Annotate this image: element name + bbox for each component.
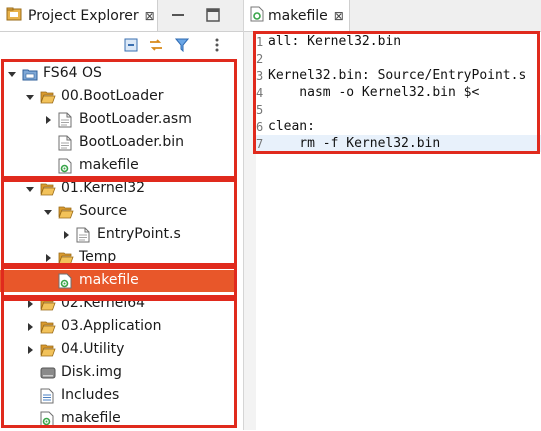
tree-item-label: makefile [61,410,121,426]
collapse-all-icon[interactable] [123,37,139,53]
tree-item[interactable]: 03.Application [0,316,236,338]
link-with-editor-icon[interactable] [148,37,164,53]
expand-arrow-right-icon[interactable] [24,321,36,333]
tree-item[interactable]: Includes [0,385,236,407]
expand-arrow-right-icon[interactable] [60,229,72,241]
tab-makefile[interactable]: makefile ⊠ [244,0,350,31]
tree-item-label: BootLoader.bin [79,134,184,150]
expand-arrow-right-icon[interactable] [24,298,36,310]
project-explorer-tabbar: Project Explorer ⊠ [0,0,243,32]
tree-item[interactable]: 02.Kernel64 [0,293,236,315]
expand-arrow-right-icon[interactable] [42,114,54,126]
project-explorer-panel: Project Explorer ⊠ FS64 OS 00.BootLoader B… [0,0,243,430]
line-number: 7 [256,136,264,151]
expand-arrow-right-icon[interactable] [42,252,54,264]
tab-project-explorer-label: Project Explorer [28,7,139,24]
tree-item[interactable]: 04.Utility [0,339,236,361]
makefile-icon [58,273,74,289]
folder-open-icon [58,204,74,220]
line-number: 1 [256,34,264,49]
tree-item-label: BootLoader.asm [79,111,192,127]
folder-open-icon [40,342,56,358]
tree-item[interactable]: BootLoader.bin [0,132,236,154]
folder-open-icon [40,89,56,105]
code-line[interactable]: 2 [256,50,541,67]
tree-item-label: 03.Application [61,318,162,334]
folder-open-icon [40,296,56,312]
editor-panel: makefile ⊠ 1 all: Kernel32.bin 2 3 Kernel32.… [244,0,541,430]
code-line[interactable]: 1 all: Kernel32.bin [256,33,541,50]
file-icon [76,227,92,243]
line-number: 6 [256,119,264,134]
tree-item-label: FS64 OS [43,65,102,81]
code-line[interactable]: 3 Kernel32.bin: Source/EntryPoint.s [256,67,541,84]
tree-item-label: 01.Kernel32 [61,180,146,196]
tree-item[interactable]: makefile [0,155,236,177]
code-line[interactable]: 5 [256,101,541,118]
tree-item-label: Disk.img [61,364,122,380]
expand-arrow-down-icon[interactable] [24,91,36,103]
tree-item[interactable]: Source [0,201,236,223]
close-icon[interactable]: ⊠ [334,9,344,23]
file-icon [58,135,74,151]
code-text: all: Kernel32.bin [268,34,402,49]
file-icon [58,112,74,128]
tree-item[interactable]: makefile [0,408,236,430]
line-number: 2 [256,51,264,66]
tree-item-label: EntryPoint.s [97,226,181,242]
tree-item[interactable]: FS64 OS [0,63,236,85]
tree-item-label: 02.Kernel64 [61,295,146,311]
tree-item-label: 04.Utility [61,341,125,357]
tree-item[interactable]: 00.BootLoader [0,86,236,108]
tab-project-explorer[interactable]: Project Explorer ⊠ [0,0,158,31]
tree-item[interactable]: BootLoader.asm [0,109,236,131]
project-icon [22,66,38,82]
code-editor[interactable]: 1 all: Kernel32.bin 2 3 Kernel32.bin: Source… [256,32,541,430]
disk-image-icon [40,365,56,381]
view-menu-icon[interactable] [212,37,222,53]
tree-item-label: makefile [79,272,139,288]
line-number: 4 [256,85,264,100]
makefile-icon [250,6,264,26]
code-text: nasm -o Kernel32.bin $< [268,85,480,100]
code-text: Kernel32.bin: Source/EntryPoint.s [268,68,527,83]
editor-gutter [244,32,256,430]
expand-arrow-right-icon[interactable] [24,344,36,356]
project-explorer-icon [6,6,22,26]
code-text: rm -f Kernel32.bin [268,136,441,151]
tree-item[interactable]: 01.Kernel32 [0,178,236,200]
code-line[interactable]: 7 rm -f Kernel32.bin [256,135,541,152]
line-number: 3 [256,68,264,83]
folder-open-icon [58,250,74,266]
editor-tabbar: makefile ⊠ [244,0,541,32]
maximize-icon[interactable] [205,7,221,23]
code-line[interactable]: 6 clean: [256,118,541,135]
tree-item-label: 00.BootLoader [61,88,164,104]
tree-item[interactable]: Temp [0,247,236,269]
expand-arrow-down-icon[interactable] [24,183,36,195]
expand-arrow-down-icon[interactable] [42,206,54,218]
folder-open-icon [40,319,56,335]
expand-arrow-down-icon[interactable] [6,68,18,80]
tree-item-label: Source [79,203,128,219]
editor-tab-label: makefile [268,7,328,24]
makefile-icon [58,158,74,174]
project-explorer-toolbar [0,32,243,58]
close-icon[interactable]: ⊠ [145,9,155,23]
tree-item-label: makefile [79,157,139,173]
tree-item-label: Includes [61,387,120,403]
tree-item-label: Temp [79,249,117,265]
filter-icon[interactable] [174,37,190,53]
line-number: 5 [256,102,264,117]
includes-icon [40,388,56,404]
tree-item[interactable]: EntryPoint.s [0,224,236,246]
tree-item[interactable]: makefile [0,270,236,292]
folder-open-icon [40,181,56,197]
code-text: clean: [268,119,315,134]
code-line[interactable]: 4 nasm -o Kernel32.bin $< [256,84,541,101]
tree-item[interactable]: Disk.img [0,362,236,384]
minimize-icon[interactable] [170,7,186,23]
makefile-icon [40,411,56,427]
